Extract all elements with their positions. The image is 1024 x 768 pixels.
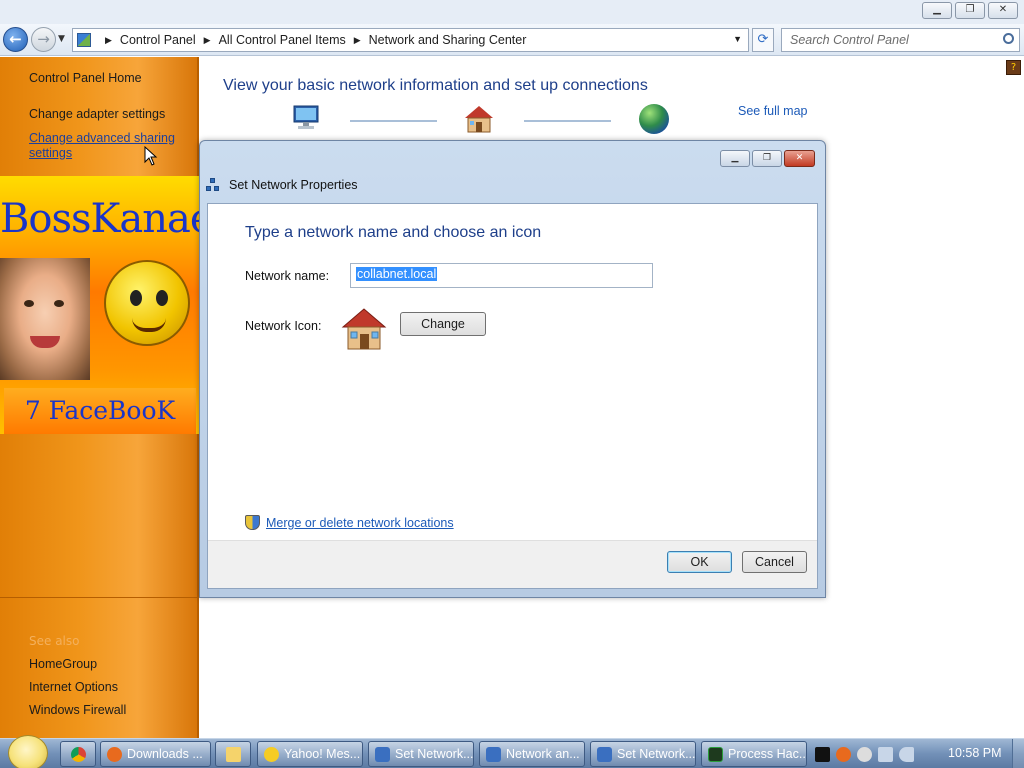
search-icon[interactable] <box>1003 33 1014 44</box>
network-name-value: collabnet.local <box>356 267 438 281</box>
recent-pages-dropdown-icon[interactable]: ▼ <box>58 34 65 44</box>
refresh-button[interactable]: ⟳ <box>752 28 774 52</box>
close-button[interactable]: ✕ <box>988 2 1018 19</box>
network-name-field[interactable]: collabnet.local <box>350 263 653 288</box>
dialog-maximize-button[interactable]: ❐ <box>752 150 782 167</box>
network-house-icon[interactable] <box>463 104 495 134</box>
show-desktop-button[interactable] <box>1012 739 1024 768</box>
system-tray <box>815 741 914 767</box>
smiley-icon <box>104 260 190 346</box>
taskbar-item-label: Process Hac... <box>728 747 807 761</box>
merge-networks-row: Merge or delete network locations <box>245 515 454 530</box>
window-titlebar: ▁ ❐ ✕ <box>0 0 1024 24</box>
change-advanced-sharing-link-line2[interactable]: settings <box>29 146 72 160</box>
minimize-button[interactable]: ▁ <box>922 2 952 19</box>
taskbar-item-label: Yahoo! Mes... <box>284 747 361 761</box>
search-input[interactable]: Search Control Panel <box>781 28 1020 52</box>
forward-button[interactable]: → <box>31 27 56 52</box>
taskbar-chrome-button[interactable] <box>60 741 96 767</box>
map-connector <box>524 120 611 122</box>
black-app-icon[interactable] <box>815 746 830 762</box>
network-icon <box>206 178 220 192</box>
page-title: View your basic network information and … <box>223 77 648 94</box>
network-tray-icon[interactable] <box>878 746 893 762</box>
branding-image: BossKanae 7 FaceBooK <box>0 176 199 434</box>
map-connector <box>350 120 437 122</box>
see-full-map-link[interactable]: See full map <box>738 104 807 118</box>
change-icon-button[interactable]: Change <box>400 312 486 336</box>
dialog-title: Set Network Properties <box>206 178 358 192</box>
change-adapter-settings-link[interactable]: Change adapter settings <box>29 107 165 121</box>
merge-delete-network-locations-link[interactable]: Merge or delete network locations <box>266 516 454 530</box>
process-hacker-icon <box>708 747 723 762</box>
computer-icon[interactable] <box>291 104 321 130</box>
see-also-heading: See also <box>29 634 80 648</box>
breadcrumb-separator-icon[interactable]: ▶ <box>204 35 211 46</box>
taskbar-clock[interactable]: 10:58 PM <box>948 746 1002 760</box>
dialog-heading: Type a network name and choose an icon <box>245 224 542 241</box>
taskbar-item-set-network-1[interactable]: Set Network... <box>368 741 474 767</box>
taskbar-item-downloads[interactable]: Downloads ... <box>100 741 211 767</box>
taskbar-item-network-center[interactable]: Network an... <box>479 741 585 767</box>
dialog-title-text: Set Network Properties <box>229 178 358 192</box>
search-tool-icon[interactable] <box>836 746 851 762</box>
breadcrumb-all-items[interactable]: All Control Panel Items <box>219 33 346 47</box>
windows-firewall-link[interactable]: Windows Firewall <box>29 703 126 717</box>
breadcrumb-network-sharing[interactable]: Network and Sharing Center <box>369 33 527 47</box>
start-button[interactable] <box>8 735 48 768</box>
dialog-footer: OK Cancel <box>208 540 817 588</box>
network-icon <box>375 747 390 762</box>
taskbar-item-label: Set Network... <box>617 747 696 761</box>
back-button[interactable]: ← <box>3 27 28 52</box>
network-icon <box>486 747 501 762</box>
breadcrumb[interactable]: ▶ Control Panel ▶ All Control Panel Item… <box>72 28 749 52</box>
yahoo-messenger-icon <box>264 747 279 762</box>
taskbar-explorer-button[interactable] <box>215 741 251 767</box>
taskbar: Downloads ... Yahoo! Mes... Set Network.… <box>0 735 1024 768</box>
breadcrumb-control-panel[interactable]: Control Panel <box>120 33 196 47</box>
taskbar-item-label: Network an... <box>506 747 580 761</box>
breadcrumb-separator-icon[interactable]: ▶ <box>105 35 112 46</box>
messenger-tray-icon[interactable] <box>857 746 872 762</box>
ok-button[interactable]: OK <box>667 551 732 573</box>
cancel-button[interactable]: Cancel <box>742 551 807 573</box>
volume-icon[interactable] <box>899 746 914 762</box>
set-network-properties-dialog: ▁ ❐ ✕ Set Network Properties Type a netw… <box>199 140 826 598</box>
control-panel-icon <box>77 33 91 47</box>
window-controls: ▁ ❐ ✕ <box>922 2 1018 19</box>
chrome-icon <box>71 747 86 762</box>
address-bar: ← → ▼ ▶ Control Panel ▶ All Control Pane… <box>0 24 1024 56</box>
taskbar-item-label: Set Network... <box>395 747 474 761</box>
branding-subtitle: 7 FaceBooK <box>4 388 196 434</box>
search-placeholder: Search Control Panel <box>790 33 909 47</box>
uac-shield-icon <box>245 515 260 530</box>
dialog-body: Type a network name and choose an icon N… <box>207 203 818 589</box>
change-advanced-sharing-link[interactable]: Change advanced sharing <box>29 131 175 145</box>
taskbar-item-yahoo[interactable]: Yahoo! Mes... <box>257 741 363 767</box>
child-photo <box>0 258 90 380</box>
taskbar-item-set-network-2[interactable]: Set Network... <box>590 741 696 767</box>
dialog-close-button[interactable]: ✕ <box>784 150 815 167</box>
help-icon[interactable]: ? <box>1006 60 1021 75</box>
house-icon <box>340 307 388 351</box>
dialog-minimize-button[interactable]: ▁ <box>720 150 750 167</box>
breadcrumb-separator-icon[interactable]: ▶ <box>354 35 361 46</box>
restore-button[interactable]: ❐ <box>955 2 985 19</box>
taskbar-item-label: Downloads ... <box>127 747 203 761</box>
folder-icon <box>226 747 241 762</box>
branding-title: BossKanae <box>0 196 199 242</box>
firefox-icon <box>107 747 122 762</box>
network-icon <box>597 747 612 762</box>
internet-globe-icon[interactable] <box>639 104 669 134</box>
pane-divider <box>0 597 197 598</box>
network-name-label: Network name: <box>245 269 330 283</box>
taskbar-item-process-hacker[interactable]: Process Hac... <box>701 741 807 767</box>
address-dropdown-icon[interactable]: ▼ <box>733 34 742 44</box>
dialog-window-controls: ▁ ❐ ✕ <box>720 150 815 167</box>
control-panel-home-link[interactable]: Control Panel Home <box>29 71 142 85</box>
internet-options-link[interactable]: Internet Options <box>29 680 118 694</box>
network-icon-label: Network Icon: <box>245 319 322 333</box>
homegroup-link[interactable]: HomeGroup <box>29 657 97 671</box>
